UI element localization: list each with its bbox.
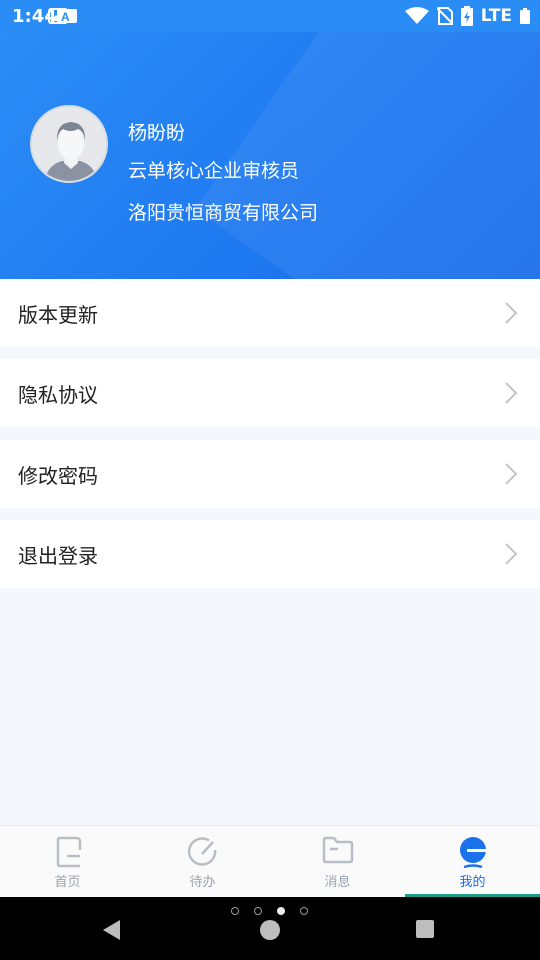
chevron-right-icon bbox=[505, 382, 518, 404]
default-avatar-icon bbox=[32, 107, 106, 181]
tab-label: 消息 bbox=[324, 875, 351, 890]
app-notification-icon: A bbox=[57, 9, 77, 24]
recents-button[interactable] bbox=[415, 919, 435, 939]
status-bar: 1:44 A LTE bbox=[0, 0, 540, 32]
tab-profile[interactable]: 我的 bbox=[405, 826, 540, 898]
chevron-right-icon bbox=[505, 543, 518, 565]
tab-label: 首页 bbox=[54, 875, 81, 890]
svg-text:A: A bbox=[61, 10, 70, 24]
page-dot bbox=[300, 907, 308, 915]
menu-item-privacy-policy[interactable]: 隐私协议 bbox=[0, 359, 540, 427]
menu-item-label: 版本更新 bbox=[18, 303, 98, 327]
battery-icon bbox=[520, 8, 530, 24]
no-sim-icon bbox=[436, 7, 453, 25]
status-icons: LTE bbox=[404, 6, 530, 26]
menu-item-label: 修改密码 bbox=[18, 464, 98, 488]
tab-todo[interactable]: 待办 bbox=[135, 826, 270, 898]
user-role: 云单核心企业审核员 bbox=[128, 160, 300, 182]
menu-item-label: 隐私协议 bbox=[18, 383, 98, 407]
menu-item-logout[interactable]: 退出登录 bbox=[0, 520, 540, 588]
page-indicator bbox=[231, 907, 308, 915]
profile-icon bbox=[459, 837, 486, 869]
avatar[interactable] bbox=[30, 105, 108, 183]
battery-charging-icon bbox=[460, 6, 473, 26]
back-button[interactable] bbox=[102, 919, 122, 941]
menu-item-label: 退出登录 bbox=[18, 544, 98, 568]
page-dot bbox=[254, 907, 262, 915]
chevron-right-icon bbox=[505, 463, 518, 485]
bottom-tab-bar: 首页 待办 消息 我的 bbox=[0, 825, 540, 897]
tab-messages[interactable]: 消息 bbox=[270, 826, 405, 898]
network-type: LTE bbox=[480, 6, 512, 26]
chevron-right-icon bbox=[505, 302, 518, 324]
system-navigation-bar bbox=[0, 897, 540, 960]
tab-home[interactable]: 首页 bbox=[0, 826, 135, 898]
profile-header: 杨盼盼 云单核心企业审核员 洛阳贵恒商贸有限公司 bbox=[0, 32, 540, 279]
home-button[interactable] bbox=[259, 919, 281, 941]
user-company: 洛阳贵恒商贸有限公司 bbox=[128, 202, 319, 224]
page-dot bbox=[231, 907, 239, 915]
todo-icon bbox=[187, 837, 216, 866]
menu-item-change-password[interactable]: 修改密码 bbox=[0, 440, 540, 508]
message-icon bbox=[322, 836, 353, 864]
wifi-icon bbox=[404, 7, 429, 24]
tab-label: 我的 bbox=[459, 875, 486, 890]
tab-label: 待办 bbox=[189, 875, 216, 890]
user-name: 杨盼盼 bbox=[128, 122, 186, 144]
menu-item-version-update[interactable]: 版本更新 bbox=[0, 279, 540, 347]
home-icon bbox=[56, 836, 81, 868]
page-dot-active bbox=[277, 907, 285, 915]
